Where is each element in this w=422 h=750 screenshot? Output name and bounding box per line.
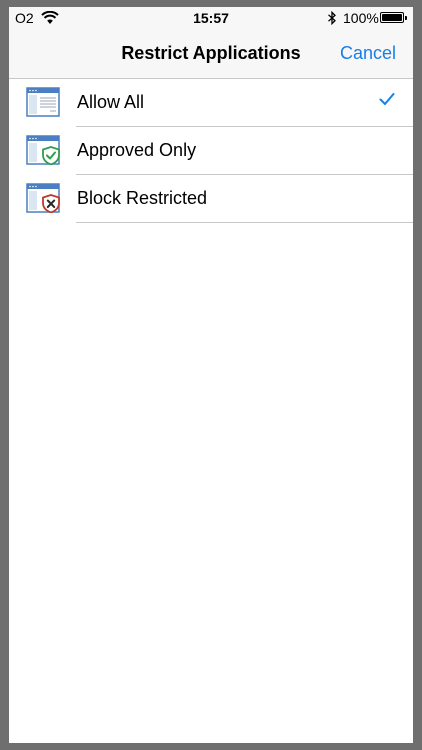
option-label: Allow All (77, 92, 145, 112)
bluetooth-icon (328, 11, 336, 25)
status-bar: O2 15:57 100% (9, 7, 413, 31)
navigation-bar: Restrict Applications Cancel (9, 31, 413, 79)
option-approved-only[interactable]: Approved Only (9, 127, 413, 175)
phone-screen: O2 15:57 100% Restrict Applications Canc… (9, 7, 413, 743)
option-allow-all[interactable]: Allow All (9, 79, 413, 127)
window-shield-x-icon (26, 183, 60, 213)
row-divider (76, 222, 413, 223)
option-label: Approved Only (77, 140, 197, 160)
options-list: Allow All Approved Only Block Restricted (9, 79, 413, 223)
window-shield-check-icon (26, 135, 60, 165)
cancel-button[interactable]: Cancel (340, 43, 396, 64)
option-label: Block Restricted (77, 188, 208, 208)
window-list-icon (26, 87, 60, 117)
battery-percent: 100% (343, 10, 379, 26)
checkmark-icon (379, 93, 395, 105)
option-block-restricted[interactable]: Block Restricted (9, 175, 413, 223)
battery-icon (380, 12, 407, 23)
